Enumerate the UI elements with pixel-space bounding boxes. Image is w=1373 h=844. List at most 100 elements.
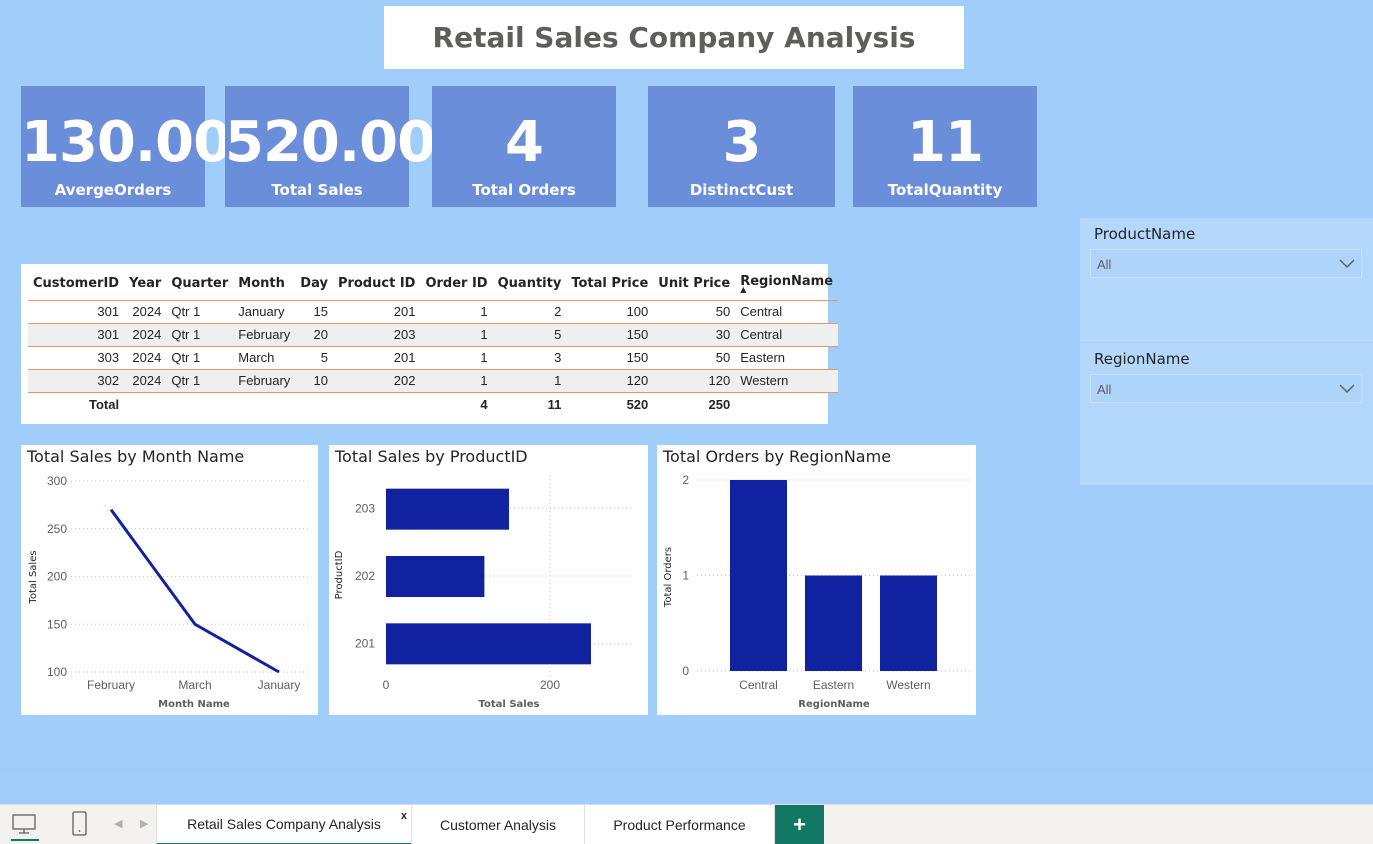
sales-line-series <box>109 508 280 674</box>
table-cell: Qtr 1 <box>166 346 234 370</box>
tab-product-performance[interactable]: Product Performance <box>584 805 775 844</box>
total-cell: 11 <box>547 396 562 412</box>
kpi-card-total-quantity[interactable]: 11 TotalQuantity <box>853 86 1037 207</box>
kpi-card-total-orders[interactable]: 4 Total Orders <box>432 86 616 207</box>
mobile-view-icon[interactable] <box>70 811 90 839</box>
kpi-card-total-sales[interactable]: 520.00 Total Sales <box>225 86 436 207</box>
column-header[interactable]: Month <box>233 270 296 301</box>
bar <box>730 480 787 671</box>
y-tick-label: 203 <box>355 502 375 516</box>
region-name-dropdown[interactable]: All <box>1090 374 1362 403</box>
table-cell: 201 <box>332 346 421 370</box>
kpi-card-average-orders[interactable]: 130.00 AvergeOrders <box>21 86 232 207</box>
orders-table-visual[interactable]: CustomerID Year Quarter Month Day Produc… <box>21 264 839 424</box>
x-tick-label: February <box>87 678 135 692</box>
column-header[interactable]: Product ID <box>332 270 421 301</box>
column-header-sorted[interactable]: RegionName ▲ <box>735 270 839 301</box>
column-header[interactable]: Order ID <box>420 270 493 301</box>
bar <box>880 575 937 671</box>
chart-sales-by-month[interactable]: 100 150 200 250 300 February March January Month… <box>21 445 318 715</box>
table-cell: February <box>233 369 296 393</box>
table-row[interactable]: 301 2024 Qtr 1 February 20 203 1 5 150 30 Central <box>28 323 839 347</box>
table-cell: 1 <box>420 369 493 393</box>
bar <box>805 575 862 671</box>
table-cell: 301 <box>28 300 125 324</box>
x-axis-title: Total Sales <box>479 699 540 710</box>
tab-customer-analysis[interactable]: Customer Analysis <box>411 805 585 844</box>
table-row[interactable]: 301 2024 Qtr 1 January 15 201 1 2 100 50 Central <box>28 300 839 324</box>
total-cell <box>124 392 166 416</box>
column-header[interactable]: Quantity <box>492 270 567 301</box>
kpi-card-distinct-customers[interactable]: 3 DistinctCust <box>648 86 835 207</box>
column-header[interactable]: Day <box>295 270 333 301</box>
table-cell: 150 <box>566 346 654 370</box>
y-tick-label: 2 <box>682 473 689 487</box>
table-row[interactable]: 303 2024 Qtr 1 March 5 201 1 3 150 50 Eastern <box>28 346 839 370</box>
slicer-title-product: ProductName <box>1094 225 1196 243</box>
total-cell <box>166 392 233 416</box>
x-axis-title: RegionName <box>798 699 870 710</box>
line-chart-canvas: 100 150 200 250 300 February March January Month… <box>28 474 311 710</box>
table-cell: February <box>233 323 296 347</box>
chart-title: Total Sales by ProductID <box>335 447 528 466</box>
table-cell: 203 <box>332 323 421 347</box>
table-cell: 120 <box>566 369 654 393</box>
table-cell: 202 <box>332 369 421 393</box>
desktop-view-icon[interactable] <box>11 811 39 841</box>
y-tick-label: 100 <box>47 665 67 679</box>
table-cell: 302 <box>28 369 125 393</box>
table-cell: 3 <box>492 346 567 370</box>
column-header[interactable]: Total Price <box>566 270 654 301</box>
column-header[interactable]: Quarter <box>166 270 234 301</box>
table-cell: 15 <box>295 300 333 324</box>
table-cell: Qtr 1 <box>166 369 234 393</box>
table-cell: 1 <box>420 300 493 324</box>
table-cell: 10 <box>295 369 333 393</box>
kpi-label: TotalQuantity <box>887 181 1003 199</box>
bar-chart-canvas: 203 202 201 0 200Total Sales ProductID <box>334 475 631 710</box>
add-page-button[interactable]: + <box>775 805 824 844</box>
table-cell: Qtr 1 <box>166 323 234 347</box>
table-cell: 5 <box>492 323 567 347</box>
dropdown-value: All <box>1097 382 1112 397</box>
chart-sales-by-product[interactable]: 203 202 201 0 200 Total Sales ProductID Total … <box>329 445 648 715</box>
table-cell: 201 <box>332 300 421 324</box>
y-tick-label: 202 <box>355 569 375 583</box>
tab-label: Product Performance <box>613 817 746 833</box>
slicer-title-region: RegionName <box>1094 350 1190 368</box>
close-tab-icon[interactable]: x <box>401 810 407 822</box>
tab-scroll-left-icon[interactable]: ◀ <box>114 817 122 830</box>
y-tick-label: 201 <box>355 636 375 650</box>
table-header-row: CustomerID Year Quarter Month Day Produc… <box>28 270 839 301</box>
y-tick-label: 0 <box>682 664 689 678</box>
table-cell: Western <box>735 369 839 393</box>
x-axis-title: Month Name <box>158 699 230 710</box>
slicer-panel: ProductName All RegionName All <box>1080 218 1373 485</box>
total-cell: 520 <box>626 396 649 412</box>
column-header[interactable]: CustomerID <box>28 270 125 301</box>
kpi-value: 3 <box>722 110 762 175</box>
column-header-label: RegionName <box>740 273 834 289</box>
table-cell: 30 <box>653 323 736 347</box>
column-header[interactable]: Year <box>124 270 167 301</box>
table-cell: 1 <box>420 346 493 370</box>
chart-orders-by-region[interactable]: 0 1 2 Central Eastern Western RegionName Total … <box>657 445 976 715</box>
total-cell: Total <box>89 396 120 412</box>
y-axis-title: Total Sales <box>28 550 39 604</box>
table-cell: 1 <box>420 323 493 347</box>
kpi-value: 130.00 <box>21 110 232 175</box>
table-cell: March <box>233 346 296 370</box>
table-cell: 120 <box>653 369 736 393</box>
product-name-dropdown[interactable]: All <box>1090 249 1362 278</box>
table-cell: 2 <box>492 300 567 324</box>
chevron-down-icon <box>1339 259 1355 268</box>
table-row[interactable]: 302 2024 Qtr 1 February 10 202 1 1 120 120 Western <box>28 369 839 393</box>
column-header[interactable]: Unit Price <box>653 270 736 301</box>
kpi-value: 4 <box>505 110 544 175</box>
table-cell: 50 <box>653 300 736 324</box>
tab-scroll-right-icon[interactable]: ▶ <box>140 817 148 830</box>
table-cell: 2024 <box>124 346 167 370</box>
kpi-value: 520.00 <box>225 110 436 175</box>
table-cell: Qtr 1 <box>166 300 234 324</box>
tab-retail-sales-company-analysis[interactable]: Retail Sales Company Analysis x <box>156 805 412 844</box>
